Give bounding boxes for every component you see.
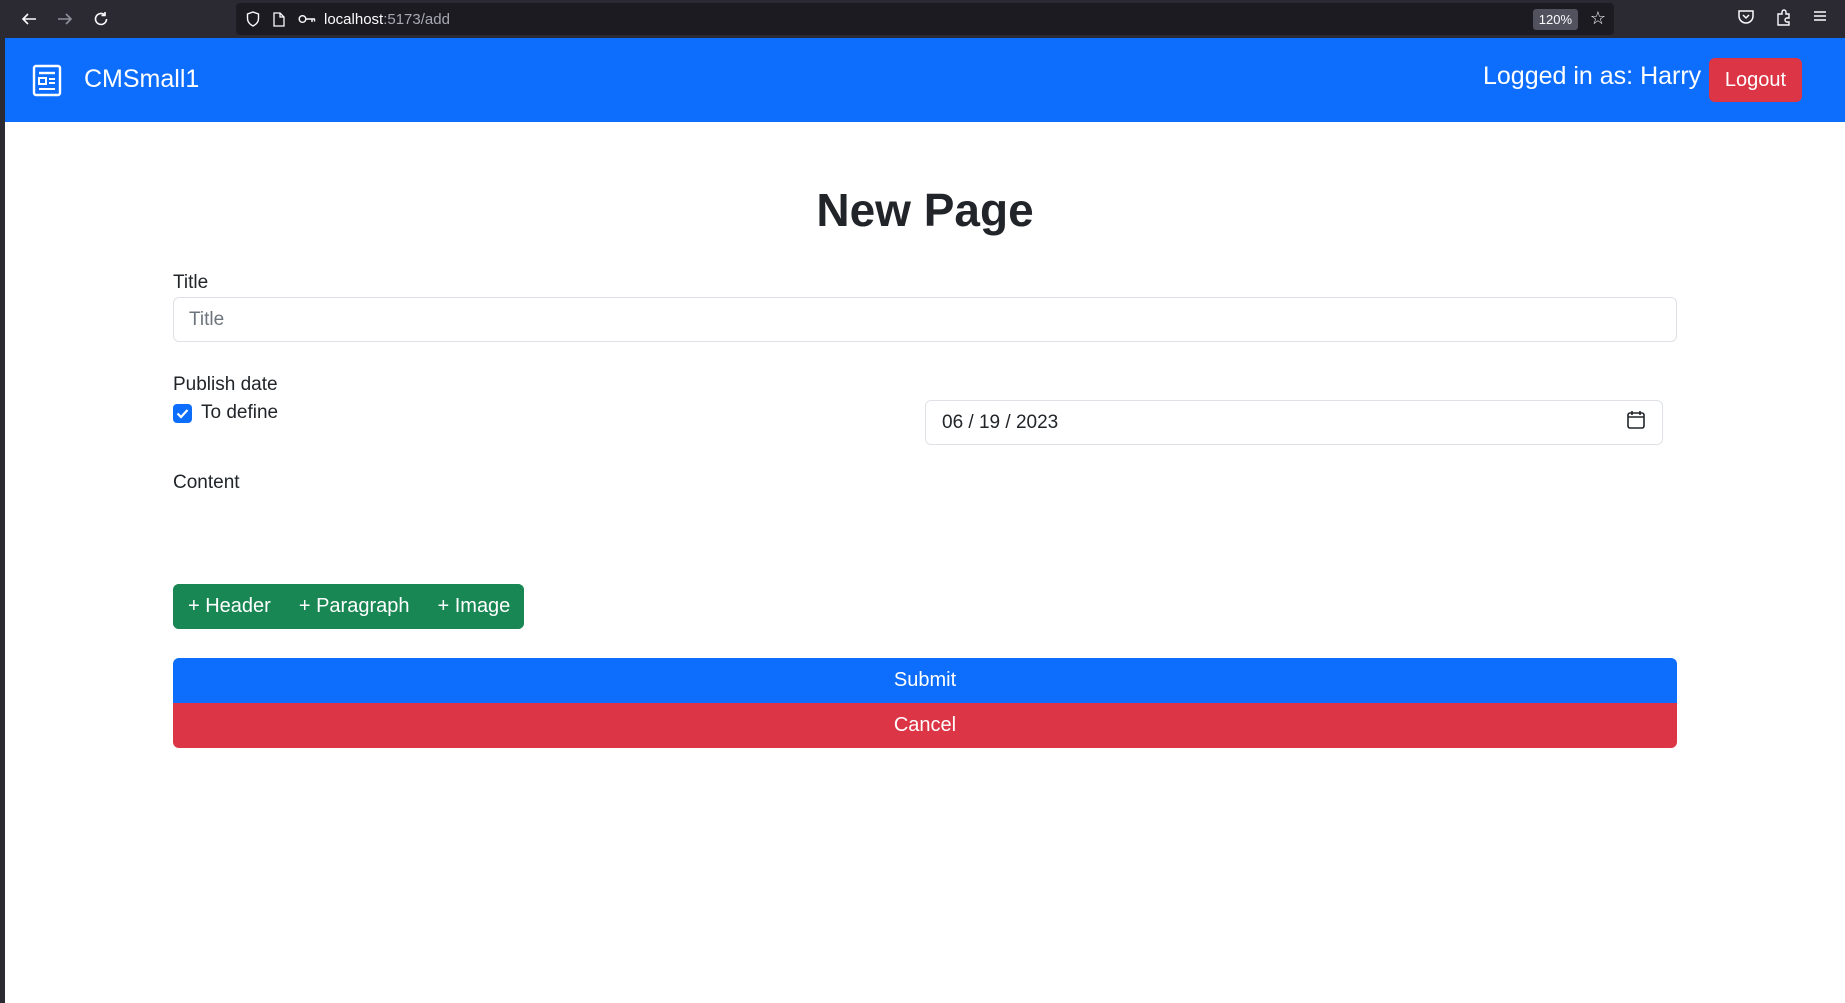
journal-icon [32,64,62,97]
date-value: 06 / 19 / 2023 [942,411,1059,433]
extensions-icon[interactable] [1775,8,1793,31]
publish-date-label: Publish date [173,374,278,395]
logged-in-user: Logged in as: Harry [1483,62,1702,90]
title-input[interactable] [173,297,1677,342]
add-block-button-group: + Header + Paragraph + Image [173,584,525,629]
publish-date-input[interactable]: 06 / 19 / 2023 [925,400,1663,445]
bookmark-star-icon[interactable]: ☆ [1590,8,1606,29]
content-label: Content [173,472,240,493]
browser-toolbar: localhost:5173/add 120% ☆ [0,0,1845,38]
zoom-badge[interactable]: 120% [1532,9,1578,30]
pocket-icon[interactable] [1737,8,1755,31]
url-text[interactable]: localhost:5173/add [324,11,450,28]
to-define-checkbox[interactable] [173,404,192,423]
calendar-icon[interactable] [1626,410,1646,436]
app-navbar: CMSmall1 Logged in as: Harry Logout [5,38,1845,122]
cancel-button[interactable]: Cancel [173,703,1677,748]
to-define-label[interactable]: To define [201,402,278,424]
url-bar[interactable]: localhost:5173/add 120% ☆ [236,3,1614,35]
reload-icon[interactable] [87,6,115,32]
submit-button[interactable]: Submit [173,658,1677,703]
add-paragraph-button[interactable]: + Paragraph [284,584,424,629]
forward-icon[interactable] [51,6,79,32]
menu-icon[interactable] [1812,8,1828,29]
url-path: :5173/add [383,10,450,28]
title-label: Title [173,272,209,293]
page-title: New Page [816,184,1034,236]
page-icon [266,11,292,27]
url-host: localhost [324,10,384,28]
app-brand[interactable]: CMSmall1 [84,65,199,94]
logout-button[interactable]: Logout [1709,58,1802,102]
back-icon[interactable] [15,6,43,32]
shield-icon[interactable] [240,11,266,27]
key-icon[interactable] [292,14,322,24]
page-viewport: CMSmall1 Logged in as: Harry Logout New … [5,38,1845,1003]
add-header-button[interactable]: + Header [173,584,285,629]
add-image-button[interactable]: + Image [423,584,525,629]
